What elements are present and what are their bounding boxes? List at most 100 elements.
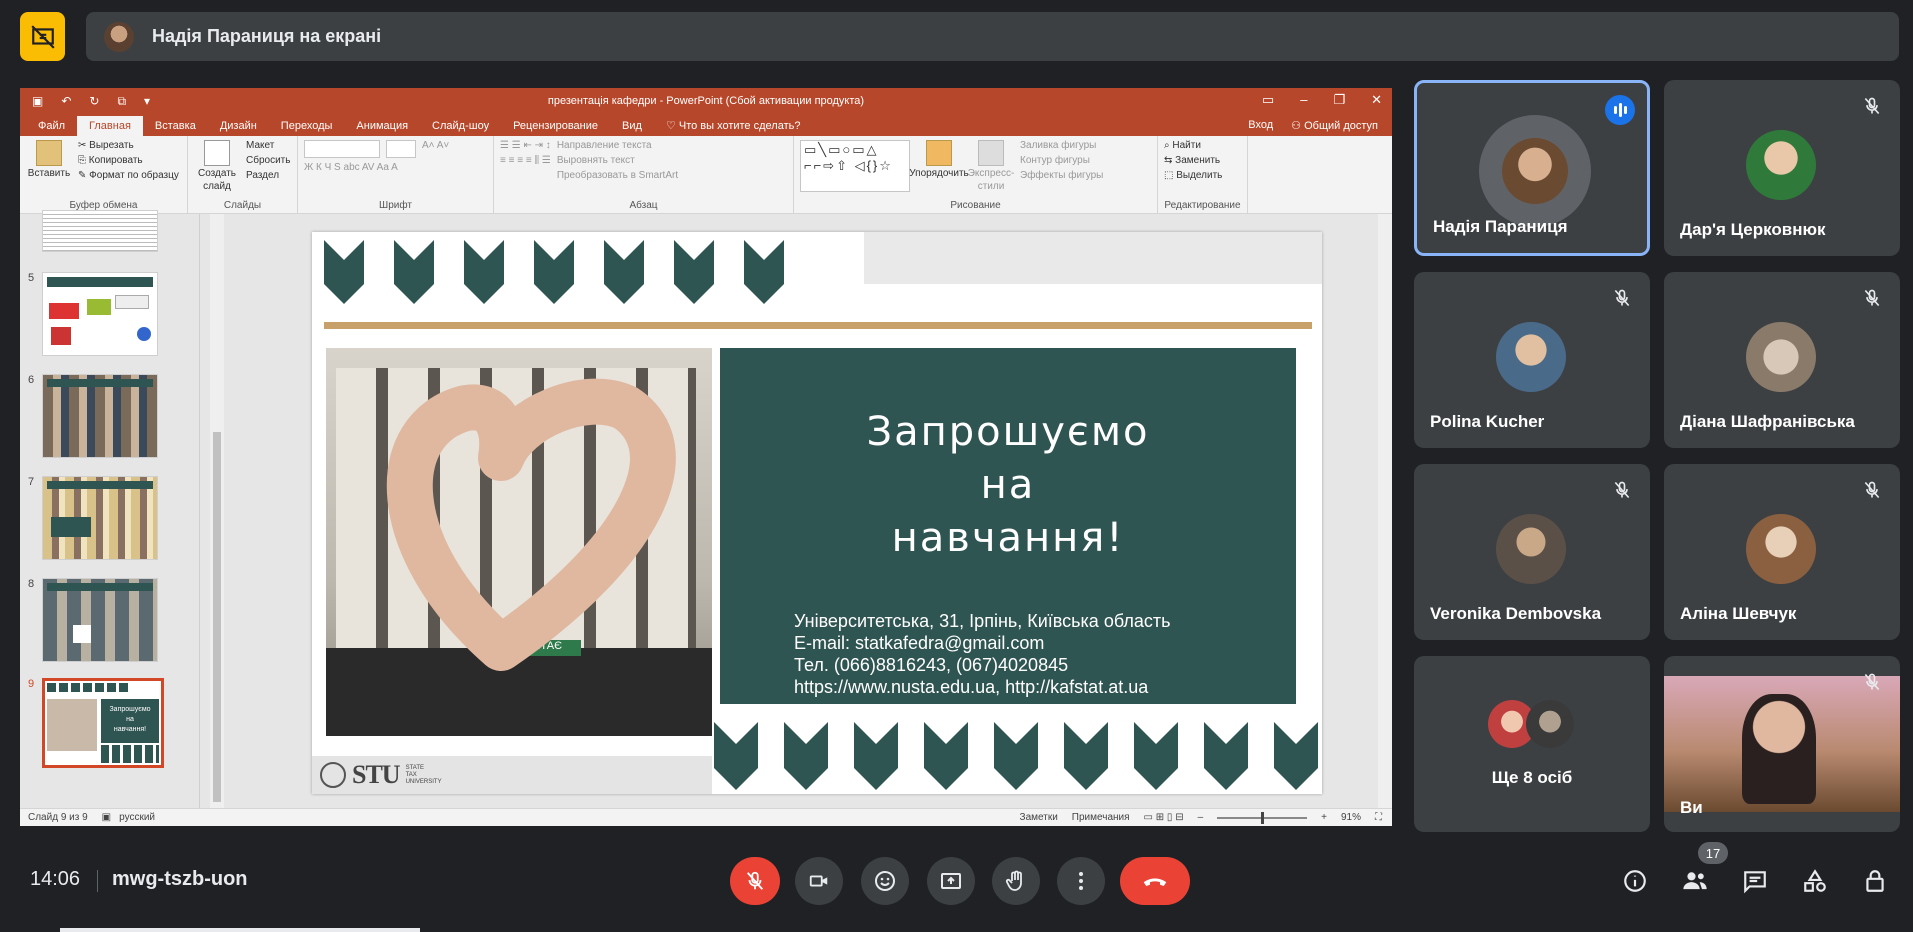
mic-toggle-button[interactable] (730, 857, 780, 905)
thumb-row-8[interactable]: 8 (28, 578, 158, 662)
main-scrollbar[interactable] (1378, 214, 1392, 808)
shape-effects-button[interactable]: Эффекты фигуры (1020, 170, 1103, 181)
tab-animations[interactable]: Анимация (344, 116, 420, 136)
meeting-details-button[interactable] (1620, 866, 1650, 896)
scrollbar-knob[interactable] (213, 432, 221, 802)
view-buttons[interactable]: ▭ ⊞ ▯ ⊟ (1144, 812, 1184, 823)
shapes-gallery[interactable]: ▭╲▭○▭△ ⌐⌐⇨⇧ ◁{}☆ (800, 140, 910, 192)
tab-design[interactable]: Дизайн (208, 116, 269, 136)
shape-outline-button[interactable]: Контур фигуры (1020, 155, 1103, 166)
smartart-button[interactable]: Преобразовать в SmartArt (557, 170, 678, 181)
zoom-level[interactable]: 91% (1341, 812, 1361, 823)
participant-tile[interactable]: Надія Параниця (1414, 80, 1650, 256)
host-controls-button[interactable] (1860, 866, 1890, 896)
raise-hand-button[interactable] (992, 857, 1040, 905)
tab-review[interactable]: Рецензирование (501, 116, 610, 136)
language-indicator[interactable]: русский (119, 812, 155, 823)
zoom-out-button[interactable]: – (1198, 812, 1204, 823)
font-format-icons[interactable]: Ж К Ч S abc AV Aa A (304, 162, 449, 173)
notes-button[interactable]: Заметки (1020, 812, 1058, 823)
website-link-1[interactable]: https://www.nusta.edu.ua (794, 677, 995, 697)
more-participants-tile[interactable]: Ще 8 осіб (1414, 656, 1650, 832)
text-direction-button[interactable]: Направление текста (557, 140, 678, 151)
thumb-row-5[interactable]: 5 (28, 272, 158, 356)
present-off-icon (30, 24, 55, 49)
stop-presenting-button[interactable] (20, 12, 65, 61)
thumb-row-7[interactable]: 7 (28, 476, 158, 560)
thumb-row-6[interactable]: 6 (28, 374, 158, 458)
spellcheck-icon[interactable]: ▣ (102, 812, 111, 823)
minimize-icon[interactable]: – (1300, 92, 1307, 108)
cut-button[interactable]: ✂ Вырезать (78, 140, 179, 151)
tab-home[interactable]: Главная (77, 116, 143, 136)
participant-tile[interactable]: Дар'я Церковнюк (1664, 80, 1900, 256)
self-person (1742, 694, 1816, 804)
participant-tile[interactable]: Polina Kucher (1414, 272, 1650, 448)
font-size-field[interactable] (386, 140, 416, 158)
tab-insert[interactable]: Вставка (143, 116, 208, 136)
comments-button[interactable]: Примечания (1072, 812, 1130, 823)
close-icon[interactable]: ✕ (1371, 92, 1382, 108)
section-button[interactable]: Раздел (246, 170, 290, 181)
zoom-in-button[interactable]: + (1321, 812, 1327, 823)
select-button[interactable]: ⬚ Выделить (1164, 170, 1222, 181)
sign-in-link[interactable]: Вход (1248, 119, 1273, 132)
stu-logo-subtitle: STATE TAX UNIVERSITY (406, 765, 442, 786)
ribbon-group-clipboard: Вставить ✂ Вырезать ⎘ Копировать ✎ Форма… (20, 136, 188, 213)
more-options-button[interactable] (1057, 857, 1105, 905)
website-link-2[interactable]: http://kafstat.at.ua (1005, 677, 1148, 697)
maximize-icon[interactable]: ❐ (1333, 92, 1345, 108)
participant-name: Надія Параниця (1433, 217, 1568, 236)
people-button[interactable] (1680, 866, 1710, 896)
chat-button[interactable] (1740, 866, 1770, 896)
participant-tile[interactable]: Аліна Шевчук (1664, 464, 1900, 640)
mic-off-icon (1860, 478, 1884, 502)
shape-fill-button[interactable]: Заливка фигуры (1020, 140, 1103, 151)
reset-button[interactable]: Сбросить (246, 155, 290, 166)
thumb-row-4[interactable] (28, 210, 158, 252)
leave-call-button[interactable] (1120, 857, 1190, 905)
thumbnails-scrollbar[interactable] (210, 214, 224, 808)
align-icons[interactable]: ≡ ≡ ≡ ≡ ⫼ ☰ (500, 155, 551, 166)
align-text-button[interactable]: Выровнять текст (557, 155, 678, 166)
paste-button[interactable]: Вставить (26, 140, 72, 209)
participant-tile[interactable]: Veronika Dembovska (1414, 464, 1650, 640)
replace-button[interactable]: ⇆ Заменить (1164, 155, 1222, 166)
quick-styles-button[interactable]: Экспресс- стили (968, 140, 1014, 209)
font-grow-icon[interactable]: A˄ A˅ (422, 140, 449, 158)
reactions-button[interactable] (861, 857, 909, 905)
arrange-button[interactable]: Упорядочить (909, 140, 969, 209)
format-painter-button[interactable]: ✎ Формат по образцу (78, 170, 179, 181)
new-slide-button[interactable]: Создать слайд (194, 140, 240, 209)
more-participants-label: Ще 8 осіб (1491, 768, 1573, 787)
camera-toggle-button[interactable] (795, 857, 843, 905)
list-icons[interactable]: ☰ ☰ ⇤ ⇥ ↕ (500, 140, 551, 151)
copy-button[interactable]: ⎘ Копировать (78, 155, 179, 166)
email-link[interactable]: statkafedra@gmail.com (855, 633, 1044, 653)
layout-button[interactable]: Макет (246, 140, 290, 151)
zoom-slider[interactable] (1217, 811, 1308, 824)
tab-slideshow[interactable]: Слайд-шоу (420, 116, 501, 136)
tab-view[interactable]: Вид (610, 116, 654, 136)
fit-slide-icon[interactable]: ⛶ (1375, 812, 1382, 823)
stu-logo-bar: STU STATE TAX UNIVERSITY (312, 756, 712, 794)
find-button[interactable]: ⌕ Найти (1164, 140, 1222, 151)
self-view-tile[interactable]: Ви (1664, 656, 1900, 832)
mic-off-icon (746, 871, 764, 890)
thumb-row-9[interactable]: 9 Запрошуємо на навчання! (28, 678, 164, 768)
tab-transitions[interactable]: Переходы (269, 116, 345, 136)
present-now-button[interactable] (927, 857, 975, 905)
address-text: Університетська, 31, Ірпінь, Київська об… (794, 611, 1171, 631)
ribbon-display-icon[interactable]: ▭ (1262, 92, 1274, 108)
participant-tile[interactable]: Діана Шафранівська (1664, 272, 1900, 448)
font-name-field[interactable] (304, 140, 380, 158)
current-slide[interactable]: ВІТАЄ Запрошуємо на навчання! Університе… (312, 232, 1322, 794)
share-button[interactable]: ⚇ Общий доступ (1291, 119, 1378, 132)
group-label-drawing: Рисование (950, 200, 1001, 211)
tell-me-search[interactable]: ♡ Что вы хотите сделать? (654, 115, 813, 136)
activities-button[interactable] (1800, 866, 1830, 896)
slide-thumbnail (42, 476, 158, 560)
ribbon-group-drawing: ▭╲▭○▭△ ⌐⌐⇨⇧ ◁{}☆ Упорядочить Экспресс- с… (794, 136, 1158, 213)
tab-file[interactable]: Файл (26, 116, 77, 136)
new-slide-label-1: Создать (197, 168, 236, 179)
